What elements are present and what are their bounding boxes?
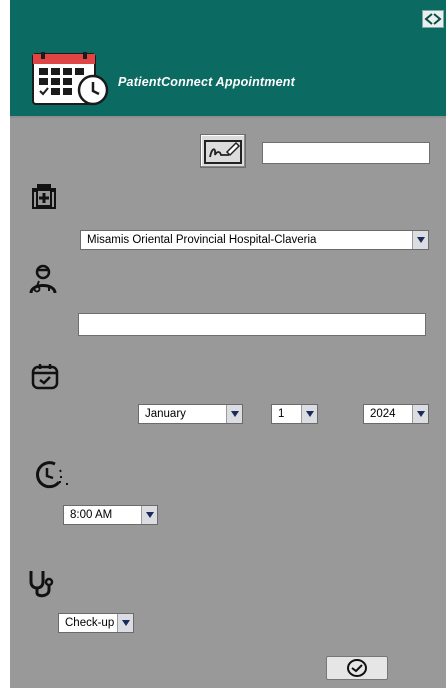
app-header: PatientConnect Appointment [10,0,446,116]
year-dropdown-arrow[interactable] [412,405,428,423]
check-circle-icon [347,659,367,677]
swap-arrows-icon [424,13,442,25]
calendar-clock-icon [27,52,111,106]
day-dropdown-arrow[interactable] [301,405,317,423]
time-selected-value: 8:00 AM [70,509,113,521]
service-selected-value: Check-up [65,617,115,629]
hospital-selected-value: Misamis Oriental Provincial Hospital-Cla… [87,234,317,246]
stethoscope-icon [27,568,57,598]
left-margin [0,0,10,688]
year-select[interactable]: 2024 [363,404,429,424]
patient-name-input[interactable] [262,142,430,164]
month-select[interactable]: January [138,404,243,424]
doctor-icon [28,264,58,294]
signature-icon [204,140,242,164]
day-select[interactable]: 1 [271,404,318,424]
hospital-dropdown-arrow[interactable] [412,231,428,249]
time-dropdown-arrow[interactable] [141,506,157,524]
form-panel: Misamis Oriental Provincial Hospital-Cla… [10,116,446,688]
service-dropdown-arrow[interactable] [117,614,133,632]
hospital-icon [30,182,58,210]
signature-button[interactable] [200,134,246,168]
back-button[interactable] [422,10,444,28]
month-dropdown-arrow[interactable] [226,405,242,423]
app-title: PatientConnect Appointment [118,75,295,89]
year-selected-value: 2024 [370,408,396,420]
submit-button[interactable] [326,656,388,680]
clock-icon [28,458,74,492]
calendar-check-icon [30,361,60,391]
day-selected-value: 1 [278,408,285,420]
header-divider [10,116,446,126]
hospital-select[interactable]: Misamis Oriental Provincial Hospital-Cla… [80,230,429,250]
service-select[interactable]: Check-up [58,613,134,633]
time-select[interactable]: 8:00 AM [63,505,158,525]
doctor-input[interactable] [78,313,426,336]
month-selected-value: January [145,408,186,420]
